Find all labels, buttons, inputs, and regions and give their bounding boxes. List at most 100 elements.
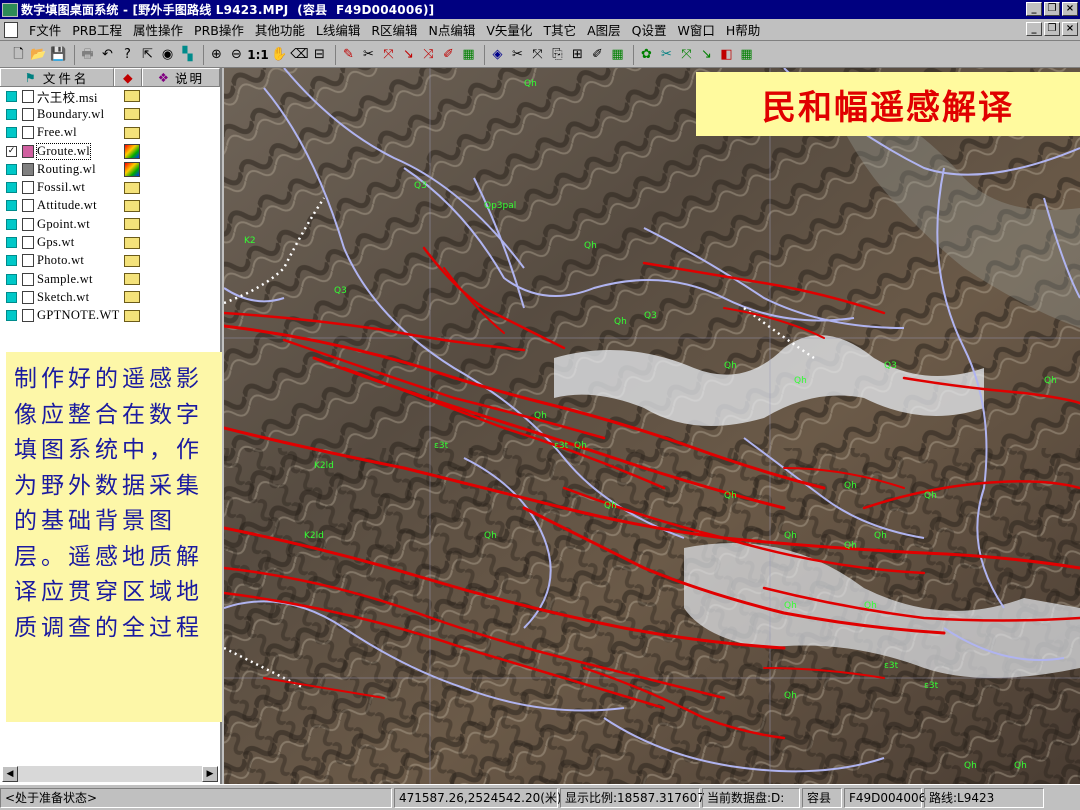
copy-line-icon[interactable]: ⤨ [419,45,438,65]
folder-icon[interactable] [124,309,140,322]
folder-icon[interactable] [124,90,140,103]
zoom-out-icon[interactable]: ⊖ [227,45,246,65]
context-help-icon[interactable]: ⇱ [138,45,157,65]
fill-region-icon[interactable]: ◧ [717,45,736,65]
join-line-icon[interactable]: ↘ [399,45,418,65]
draw-point-icon[interactable]: ◈ [488,45,507,65]
file-row[interactable]: GPTNOTE.WT [0,307,220,325]
map-view[interactable]: Qh Q3 Qp3pal Qh K2 Q3 Qh Q3 Qh Qh Q3 Qh ε3t Qh K2ld Qh Q… [224,68,1080,784]
zoom-in-icon[interactable]: ⊕ [207,45,226,65]
menu-other-functions[interactable]: 其他功能 [250,20,311,39]
file-row[interactable]: Gps.wt [0,233,220,251]
menu-prb-project[interactable]: PRB工程 [67,20,128,39]
file-checkbox[interactable] [6,255,17,267]
file-row[interactable]: 六王校.msi [0,87,220,105]
folder-icon[interactable] [124,218,140,231]
file-row[interactable]: Boundary.wl [0,105,220,123]
menu-help[interactable]: H帮助 [721,20,766,39]
restore-button[interactable]: ❐ [1044,2,1060,16]
undo-icon[interactable]: ↶ [98,45,117,65]
view-icon[interactable]: ◉ [158,45,177,65]
file-checkbox-checked[interactable]: ✓ [6,145,17,157]
folder-icon[interactable] [124,108,140,121]
new-file-icon[interactable]: 🗋 [9,45,28,65]
cut-point-icon[interactable]: ✂ [508,45,527,65]
folder-icon[interactable] [124,273,140,286]
region-grid-icon[interactable]: ▦ [737,45,756,65]
multicolor-layer-icon[interactable] [124,143,140,159]
file-row[interactable]: Free.wl [0,124,220,142]
menu-prb-operation[interactable]: PRB操作 [189,20,250,39]
menu-region-edit[interactable]: R区编辑 [366,20,423,39]
file-checkbox[interactable] [6,218,17,230]
print-icon[interactable]: 🖶 [78,45,97,65]
move-region-icon[interactable]: ⤧ [677,45,696,65]
folder-icon[interactable] [124,291,140,304]
window-split-icon[interactable]: ⊟ [310,45,329,65]
draw-line-icon[interactable]: ✎ [339,45,358,65]
file-row[interactable]: ✓ Groute.wl [0,142,220,160]
file-checkbox[interactable] [6,163,17,175]
help-icon[interactable]: ? [118,45,137,65]
doc-close-button[interactable]: × [1062,22,1078,36]
file-row[interactable]: Attitude.wt [0,197,220,215]
folder-icon[interactable] [124,126,140,139]
menu-attribute[interactable]: 属性操作 [128,20,189,39]
folder-icon[interactable] [124,236,140,249]
scale-one-to-one-button[interactable]: 1:1 [247,45,269,65]
eraser-icon[interactable]: ⌫ [290,45,309,65]
menu-point-edit[interactable]: N点编辑 [424,20,482,39]
column-type[interactable]: ◆ [113,68,142,86]
move-point-icon[interactable]: ⤧ [528,45,547,65]
menu-other[interactable]: T其它 [538,20,582,39]
point-attribute-icon[interactable]: ⊞ [568,45,587,65]
close-button[interactable]: × [1062,2,1078,16]
open-folder-icon[interactable]: 📂 [29,45,48,65]
file-row[interactable]: Sketch.wt [0,288,220,306]
folder-icon[interactable] [124,254,140,267]
horizontal-scrollbar[interactable]: ◀ ▶ [2,766,218,782]
file-row[interactable]: Photo.wt [0,252,220,270]
file-checkbox[interactable] [6,237,17,249]
file-checkbox[interactable] [6,200,17,212]
layers-icon[interactable]: ▚ [178,45,197,65]
multicolor-layer-icon[interactable] [124,161,140,177]
file-checkbox[interactable] [6,310,17,322]
file-row[interactable]: Sample.wt [0,270,220,288]
file-checkbox[interactable] [6,182,17,194]
line-grid-icon[interactable]: ▦ [459,45,478,65]
file-row[interactable]: Fossil.wt [0,178,220,196]
column-file-name[interactable]: ⚑ 文件名 [0,68,114,86]
file-checkbox[interactable] [6,291,17,303]
cut-region-icon[interactable]: ✂ [657,45,676,65]
cut-line-icon[interactable]: ✂ [359,45,378,65]
folder-icon[interactable] [124,199,140,212]
pan-hand-icon[interactable]: ✋ [270,45,289,65]
file-checkbox[interactable] [6,90,17,102]
remote-sensing-image[interactable]: Qh Q3 Qp3pal Qh K2 Q3 Qh Q3 Qh Qh Q3 Qh ε3t Qh K2ld Qh Q… [224,68,1080,784]
scroll-right-icon[interactable]: ▶ [202,766,218,782]
save-icon[interactable]: 💾 [49,45,68,65]
join-region-icon[interactable]: ↘ [697,45,716,65]
menu-vectorize[interactable]: V矢量化 [481,20,538,39]
move-line-icon[interactable]: ⤧ [379,45,398,65]
menu-line-edit[interactable]: L线编辑 [311,20,366,39]
file-row[interactable]: Routing.wl [0,160,220,178]
menu-settings[interactable]: Q设置 [627,20,673,39]
menu-layers[interactable]: A图层 [582,20,627,39]
doc-restore-button[interactable]: ❐ [1044,22,1060,36]
scroll-left-icon[interactable]: ◀ [2,766,18,782]
file-checkbox[interactable] [6,108,17,120]
edit-line-icon[interactable]: ✐ [439,45,458,65]
point-grid-icon[interactable]: ▦ [608,45,627,65]
edit-point-icon[interactable]: ✐ [588,45,607,65]
doc-minimize-button[interactable]: _ [1026,22,1042,36]
file-row[interactable]: Gpoint.wt [0,215,220,233]
draw-region-icon[interactable]: ✿ [637,45,656,65]
file-checkbox[interactable] [6,273,17,285]
column-description[interactable]: ❖ 说明 [141,68,220,86]
folder-icon[interactable] [124,181,140,194]
menu-window[interactable]: W窗口 [672,20,720,39]
copy-point-icon[interactable]: ⎘ [548,45,567,65]
document-icon[interactable] [4,21,18,38]
